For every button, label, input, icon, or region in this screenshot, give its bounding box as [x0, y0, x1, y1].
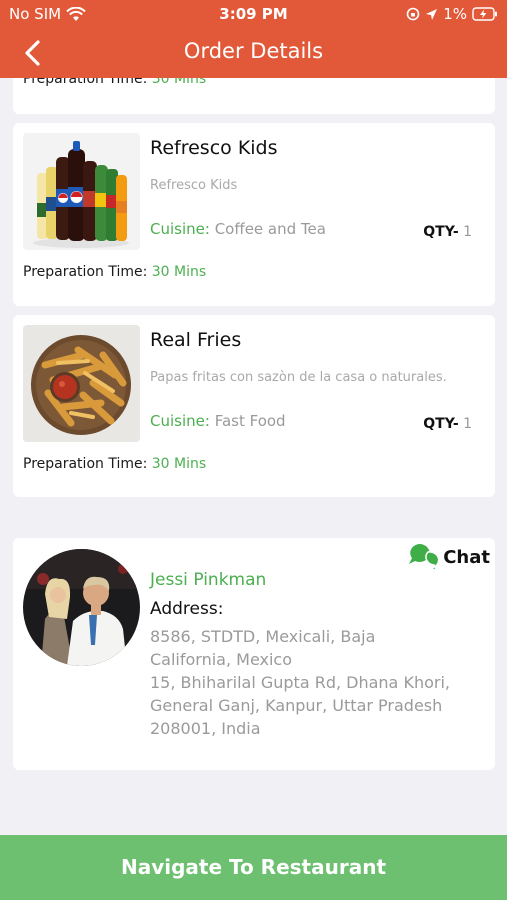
customer-card: Chat Jessi Pinkman Address: 8586, STDTD,… [13, 538, 495, 770]
item-cuisine: Cuisine: Coffee and Tea [150, 220, 326, 238]
prep-time-value: 30 Mins [151, 456, 207, 472]
avatar [23, 549, 140, 666]
address-label: Address: [150, 599, 224, 619]
status-right: 1% [406, 5, 498, 23]
address-line: 8586, STDTD, Mexicali, Baja [150, 627, 376, 646]
item-cuisine: Cuisine: Fast Food [150, 412, 286, 430]
prep-time-value: 30 Mins [151, 264, 207, 280]
prep-time-label: Preparation Time: [23, 78, 148, 87]
soda-bottles-image [23, 133, 140, 250]
qty-label: QTY- [423, 416, 459, 432]
prep-time-row: Preparation Time: 30 Mins [23, 456, 206, 472]
battery-charging-icon [472, 7, 497, 21]
order-details-content[interactable]: Preparation Time: 30 Mins Refresco Kids … [0, 78, 507, 835]
item-name: Refresco Kids [150, 137, 278, 159]
item-quantity: QTY- 1 [423, 224, 472, 240]
address-text: 8586, STDTD, Mexicali, Baja California, … [150, 625, 480, 740]
item-name: Real Fries [150, 329, 242, 351]
rotation-lock-icon [406, 7, 420, 21]
address-line: General Ganj, Kanpur, Uttar Pradesh [150, 696, 443, 715]
item-quantity: QTY- 1 [423, 416, 472, 432]
prep-time-label: Preparation Time: [23, 264, 148, 280]
location-arrow-icon [426, 8, 438, 20]
fries-image [23, 325, 140, 442]
item-description: Refresco Kids [150, 178, 238, 193]
page-title: Order Details [183, 39, 324, 63]
cuisine-label: Cuisine: [150, 412, 210, 430]
order-item-card: Refresco Kids Refresco Kids Cuisine: Cof… [13, 123, 495, 306]
order-item-card-partial: Preparation Time: 30 Mins [13, 78, 495, 114]
prep-time-label: Preparation Time: [23, 456, 148, 472]
customer-name: Jessi Pinkman [150, 570, 267, 590]
chat-label: Chat [443, 546, 490, 568]
cuisine-label: Cuisine: [150, 220, 210, 238]
chat-bubbles-icon [409, 543, 440, 572]
prep-time-row: Preparation Time: 30 Mins [23, 78, 206, 87]
address-line: 208001, India [150, 719, 261, 738]
cuisine-value: Fast Food [214, 412, 286, 430]
cuisine-value: Coffee and Tea [214, 220, 326, 238]
battery-percent: 1% [443, 5, 467, 23]
item-description: Papas fritas con sazòn de la casa o natu… [150, 370, 447, 385]
navigate-to-restaurant-button[interactable]: Navigate To Restaurant [0, 835, 507, 900]
chat-button[interactable]: Chat [407, 542, 490, 572]
navigation-bar: Order Details [0, 28, 507, 78]
address-line: 15, Bhiharilal Gupta Rd, Dhana Khori, [150, 673, 450, 692]
prep-time-row: Preparation Time: 30 Mins [23, 264, 206, 280]
status-bar: No SIM 3:09 PM 1% [0, 0, 507, 28]
qty-label: QTY- [423, 224, 459, 240]
prep-time-value: 30 Mins [151, 78, 207, 87]
qty-value: 1 [463, 416, 472, 432]
order-item-card: Real Fries Papas fritas con sazòn de la … [13, 315, 495, 497]
address-line: California, Mexico [150, 650, 293, 669]
qty-value: 1 [463, 224, 472, 240]
